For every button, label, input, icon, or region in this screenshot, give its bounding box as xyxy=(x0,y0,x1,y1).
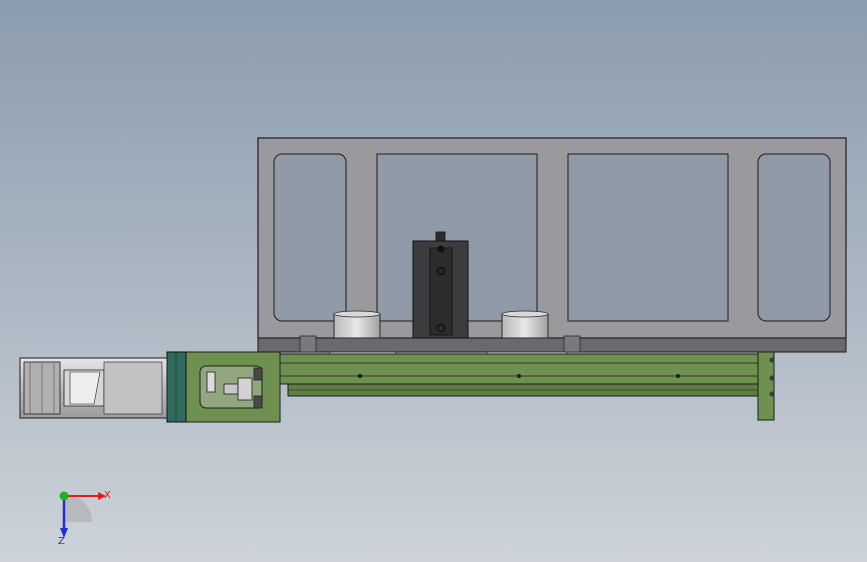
frame-window-3 xyxy=(567,153,729,322)
stepper-motor[interactable] xyxy=(19,357,168,419)
frame-window-4 xyxy=(757,153,831,322)
graphics-viewport[interactable]: X Z xyxy=(0,0,867,562)
motor-coupling[interactable] xyxy=(166,351,187,423)
triad-shade xyxy=(64,494,92,522)
linear-actuator-base[interactable] xyxy=(279,351,775,421)
z-axis-label: Z xyxy=(58,536,65,547)
cylinder-boss-left[interactable] xyxy=(333,310,381,339)
x-axis-label: X xyxy=(104,490,111,501)
cylinder-boss-right[interactable] xyxy=(501,310,549,339)
frame-bottom-plate xyxy=(257,337,847,353)
y-axis-dot-icon xyxy=(59,491,69,501)
cad-model-view[interactable] xyxy=(0,0,867,562)
orientation-triad[interactable]: X Z xyxy=(40,478,120,548)
frame-window-1 xyxy=(273,153,347,322)
center-mount-block[interactable] xyxy=(412,231,469,339)
motor-bracket[interactable] xyxy=(185,351,281,423)
